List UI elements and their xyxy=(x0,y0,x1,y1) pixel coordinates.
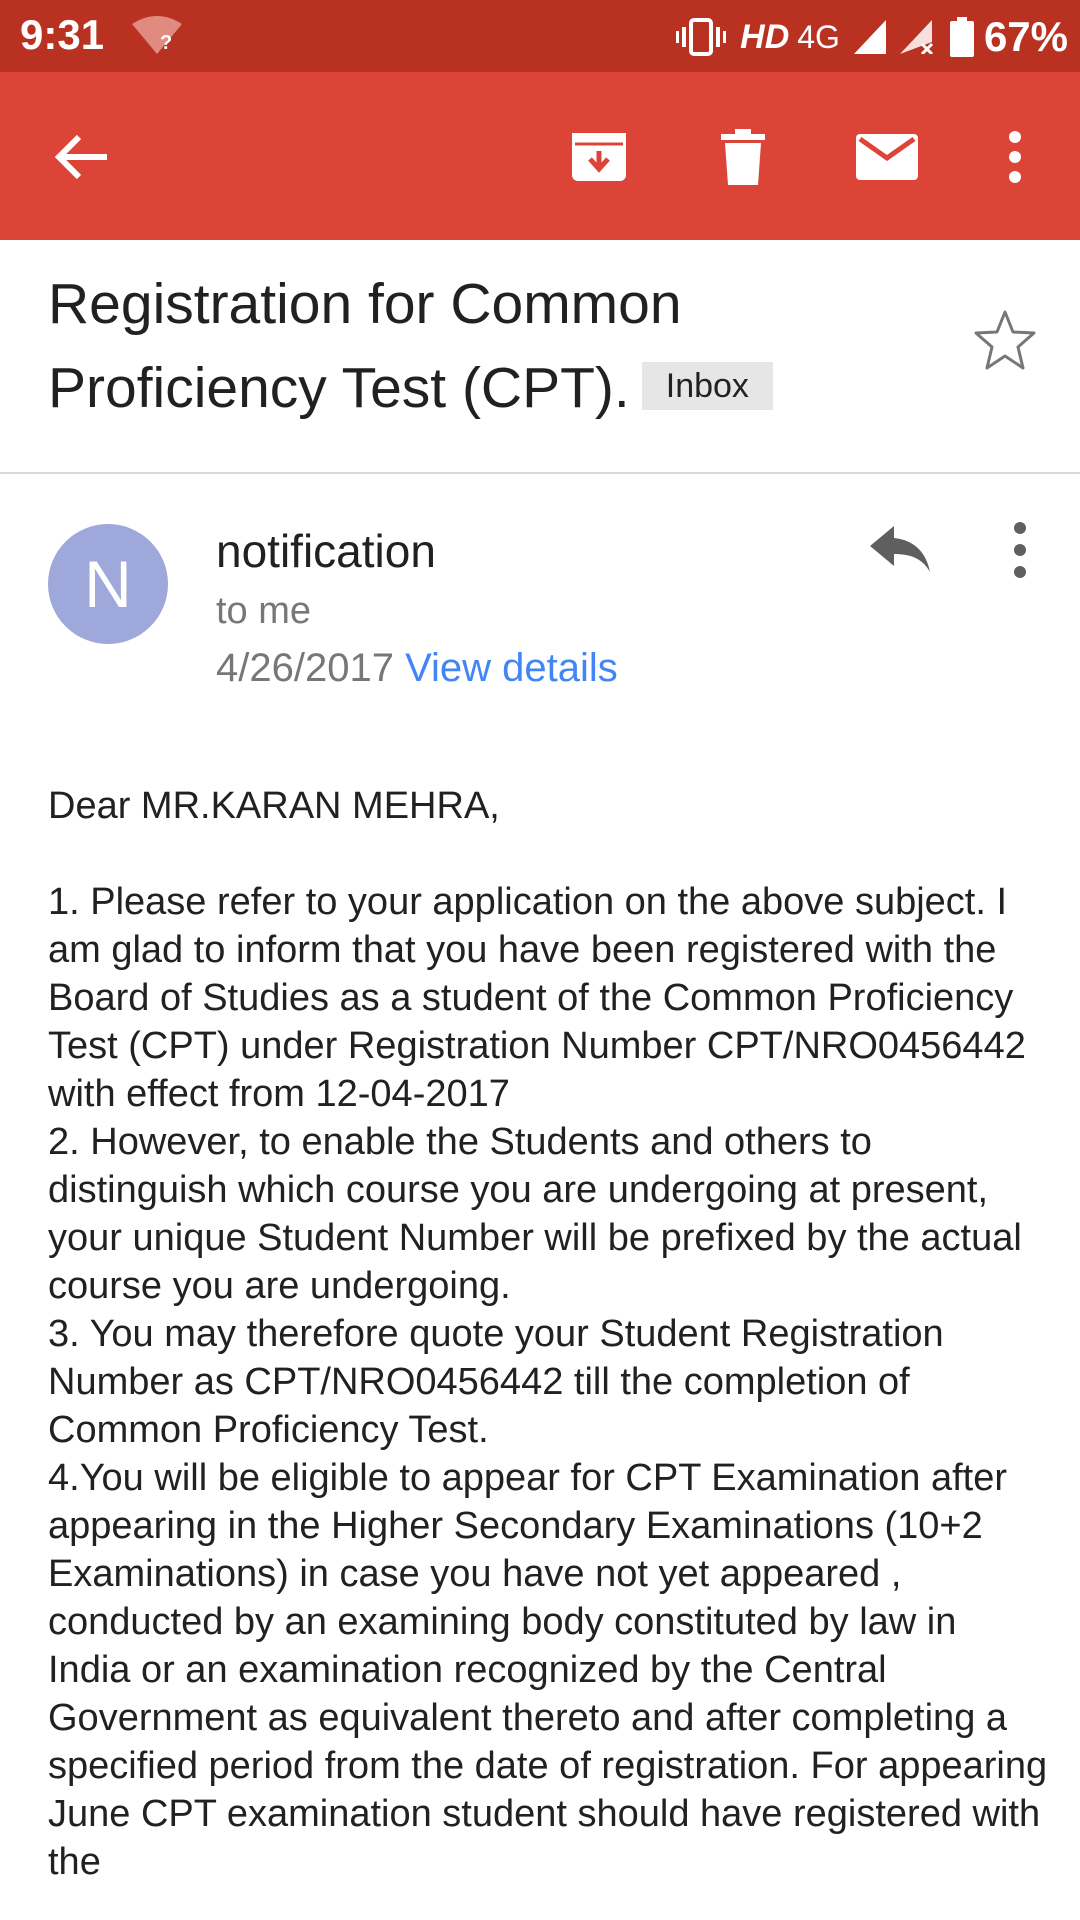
recipient-text: to me xyxy=(216,590,312,632)
sender-name[interactable]: notification xyxy=(216,524,436,578)
network-type: 4G xyxy=(797,18,840,55)
status-time: 9:31 xyxy=(20,11,105,58)
more-vert-icon xyxy=(1009,131,1021,183)
back-arrow-icon xyxy=(54,134,107,180)
message-more-icon[interactable] xyxy=(1002,520,1038,580)
email-body: Dear MR.KARAN MEHRA, 1. Please refer to … xyxy=(48,782,1048,1886)
back-button[interactable] xyxy=(46,122,116,192)
archive-icon xyxy=(572,133,626,181)
body-paragraph-3: 3. You may therefore quote your Student … xyxy=(48,1313,944,1451)
body-paragraph-4: 4.You will be eligible to appear for CPT… xyxy=(48,1457,1048,1883)
header-divider xyxy=(0,472,1080,474)
email-subject: Registration for Common Proficiency Test… xyxy=(48,262,928,430)
mark-unread-icon xyxy=(856,134,918,180)
app-bar xyxy=(0,72,1080,240)
svg-text:?: ? xyxy=(160,32,172,54)
battery-icon xyxy=(949,17,974,57)
reply-icon[interactable] xyxy=(868,522,932,576)
archive-button[interactable] xyxy=(564,122,634,192)
battery-percent: 67% xyxy=(983,13,1068,60)
status-right-group: HD 4G 67% xyxy=(662,12,1068,62)
delete-button[interactable] xyxy=(708,122,778,192)
signal-no-data-icon xyxy=(899,20,933,54)
signal-icon xyxy=(853,20,886,54)
more-options-button[interactable] xyxy=(980,122,1050,192)
email-date: 4/26/2017 xyxy=(216,646,394,690)
subject-text: Registration for Common Proficiency Test… xyxy=(48,272,682,420)
mark-unread-button[interactable] xyxy=(852,122,922,192)
hd-indicator: HD xyxy=(740,17,790,56)
date-row: 4/26/2017 View details xyxy=(216,646,618,691)
status-bar: 9:31 ? HD 4G 67% xyxy=(0,0,1080,72)
inbox-label-chip[interactable]: Inbox xyxy=(641,361,773,410)
delete-icon xyxy=(721,129,765,185)
sender-avatar[interactable]: N xyxy=(48,524,168,644)
body-paragraph-1: 1. Please refer to your application on t… xyxy=(48,881,1026,1115)
body-greeting: Dear MR.KARAN MEHRA, xyxy=(48,785,500,827)
view-details-link[interactable]: View details xyxy=(405,646,618,690)
vibrate-icon xyxy=(676,18,727,56)
wifi-unknown-icon: ? xyxy=(132,16,182,54)
star-icon[interactable] xyxy=(972,308,1038,374)
body-paragraph-2: 2. However, to enable the Students and o… xyxy=(48,1121,1022,1307)
